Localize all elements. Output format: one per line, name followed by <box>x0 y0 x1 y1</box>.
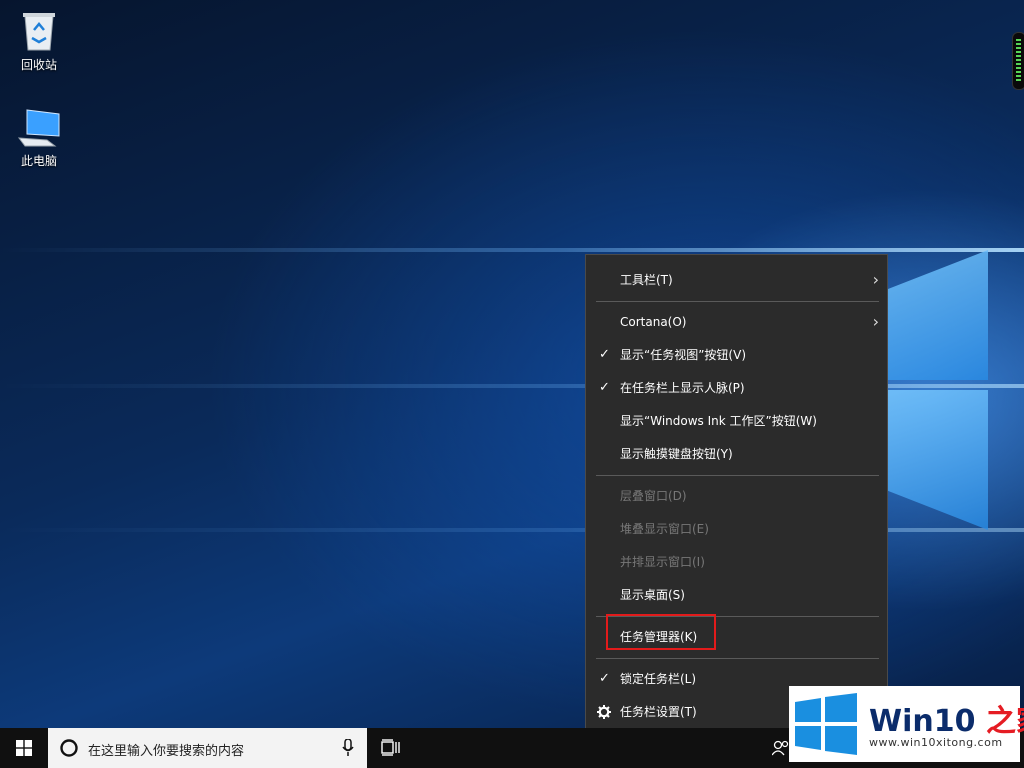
taskbar-context-menu: 工具栏(T) › Cortana(O) › ✓ 显示“任务视图”按钮(V) ✓ … <box>585 254 888 736</box>
menu-item-cascade-windows[interactable]: 层叠窗口(D) <box>586 481 887 511</box>
desktop-icon-label: 此电脑 <box>20 154 57 168</box>
menu-item-label: Cortana(O) <box>620 315 687 329</box>
volume-meter-gadget <box>1012 32 1024 90</box>
search-placeholder: 在这里输入你要搜索的内容 <box>88 744 245 759</box>
menu-item-label: 显示“Windows Ink 工作区”按钮(W) <box>620 414 817 428</box>
wallpaper-light-ray <box>0 248 1024 252</box>
menu-item-label: 显示触摸键盘按钮(Y) <box>620 447 733 461</box>
desktop-icon-this-pc[interactable]: 此电脑 <box>4 108 74 169</box>
desktop-icon-label: 回收站 <box>20 58 57 72</box>
menu-item-toolbars[interactable]: 工具栏(T) › <box>586 265 887 295</box>
menu-item-label: 工具栏(T) <box>620 273 673 287</box>
wallpaper-window-pane <box>888 390 988 530</box>
menu-item-label: 层叠窗口(D) <box>620 489 687 503</box>
wallpaper-window-pane <box>888 250 988 380</box>
people-icon[interactable] <box>772 740 790 756</box>
menu-separator <box>596 301 879 302</box>
task-view-button[interactable] <box>378 736 404 760</box>
watermark-url: www.win10xitong.com <box>869 736 1003 749</box>
watermark-title: Win10 之家 <box>869 696 1024 740</box>
task-manager-highlight-box <box>606 614 716 650</box>
submenu-arrow-icon: › <box>872 270 879 289</box>
menu-item-label: 堆叠显示窗口(E) <box>620 522 709 536</box>
menu-item-show-ink-workspace[interactable]: 显示“Windows Ink 工作区”按钮(W) <box>586 406 887 436</box>
taskbar-search-box[interactable]: 在这里输入你要搜索的内容 <box>48 728 367 768</box>
menu-item-show-touch-keyboard[interactable]: 显示触摸键盘按钮(Y) <box>586 439 887 469</box>
menu-item-label: 在任务栏上显示人脉(P) <box>620 381 745 395</box>
checkmark-icon: ✓ <box>599 380 610 395</box>
task-view-icon <box>381 739 400 756</box>
checkmark-icon: ✓ <box>599 347 610 362</box>
menu-item-show-people[interactable]: ✓ 在任务栏上显示人脉(P) <box>586 373 887 403</box>
menu-item-label: 任务栏设置(T) <box>620 705 697 719</box>
computer-icon <box>17 109 60 147</box>
menu-separator <box>596 475 879 476</box>
menu-item-label: 锁定任务栏(L) <box>620 672 697 686</box>
menu-item-show-desktop[interactable]: 显示桌面(S) <box>586 580 887 610</box>
menu-item-side-by-side-windows[interactable]: 并排显示窗口(I) <box>586 547 887 577</box>
menu-item-label: 显示“任务视图”按钮(V) <box>620 348 747 362</box>
start-button[interactable] <box>0 728 48 768</box>
watermark-title-highlight: 之家 <box>985 704 1024 739</box>
gear-icon <box>597 705 611 719</box>
windows-start-icon <box>16 740 32 756</box>
recycle-bin-icon <box>23 13 55 51</box>
microphone-icon[interactable] <box>342 739 354 757</box>
watermark-title-prefix: Win10 <box>869 704 986 739</box>
menu-item-cortana[interactable]: Cortana(O) › <box>586 307 887 337</box>
desktop-icon-recycle-bin[interactable]: 回收站 <box>4 8 74 73</box>
menu-item-label: 显示桌面(S) <box>620 588 685 602</box>
menu-item-show-task-view[interactable]: ✓ 显示“任务视图”按钮(V) <box>586 340 887 370</box>
menu-separator <box>596 658 879 659</box>
checkmark-icon: ✓ <box>599 671 610 686</box>
submenu-arrow-icon: › <box>872 312 879 331</box>
menu-item-label: 并排显示窗口(I) <box>620 555 705 569</box>
cortana-circle-icon <box>60 739 78 757</box>
windows-logo-icon <box>795 693 857 755</box>
win10-home-watermark: Win10 之家 www.win10xitong.com <box>789 686 1024 762</box>
menu-item-stack-windows[interactable]: 堆叠显示窗口(E) <box>586 514 887 544</box>
